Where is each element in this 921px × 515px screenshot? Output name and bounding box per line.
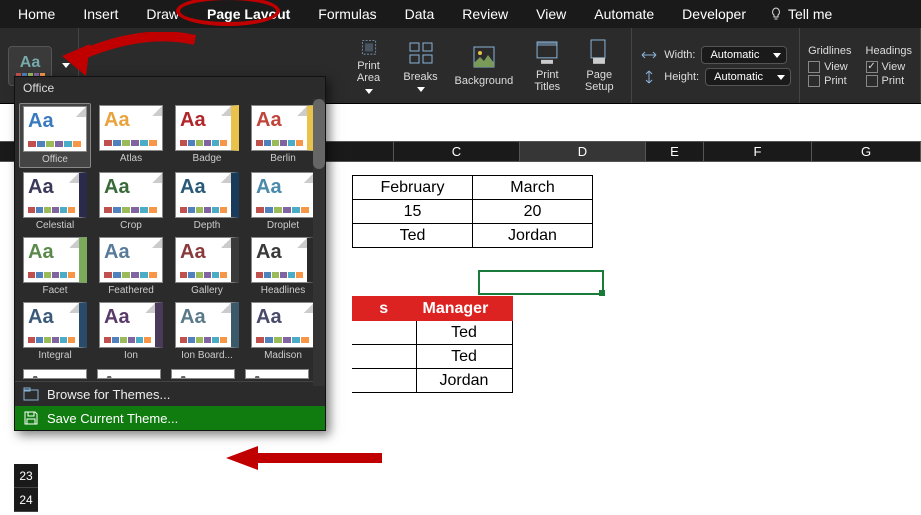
selection-box xyxy=(478,270,604,295)
row-headers: 23 24 xyxy=(14,464,38,512)
theme-name: Gallery xyxy=(191,285,223,296)
tab-data[interactable]: Data xyxy=(391,2,449,26)
gridlines-label: Gridlines xyxy=(808,45,851,57)
chevron-down-icon[interactable] xyxy=(62,63,70,68)
theme-name: Ion Board... xyxy=(181,350,233,361)
tab-draw[interactable]: Draw xyxy=(132,2,193,26)
page-setup-button[interactable]: Page Setup xyxy=(575,34,623,98)
theme-celestial[interactable]: AaCelestial xyxy=(19,170,91,233)
theme-name: Madison xyxy=(264,350,302,361)
data-table-2: sManager Ted Ted Jordan xyxy=(352,296,513,393)
col-c[interactable]: C xyxy=(394,142,520,161)
theme-berlin[interactable]: AaBerlin xyxy=(247,103,319,168)
theme-name: Atlas xyxy=(120,153,142,164)
print-titles-icon xyxy=(533,38,561,66)
gridlines-view-check[interactable]: View xyxy=(808,61,851,73)
background-icon xyxy=(470,43,498,71)
data-table-1: FebruaryMarch 1520 TedJordan xyxy=(352,175,593,248)
chevron-down-icon xyxy=(417,87,425,92)
width-label: Width: xyxy=(664,49,695,61)
tab-automate[interactable]: Automate xyxy=(580,2,668,26)
print-area-button[interactable]: Print Area xyxy=(345,34,393,98)
breaks-button[interactable]: Breaks xyxy=(397,34,445,98)
tab-review[interactable]: Review xyxy=(448,2,522,26)
headings-view-check[interactable]: ✓View xyxy=(866,61,912,73)
page-setup-icon xyxy=(585,38,613,66)
themes-dd-footer: Browse for Themes... Save Current Theme.… xyxy=(15,381,325,430)
col-f[interactable]: F xyxy=(704,142,812,161)
breaks-icon xyxy=(407,39,435,67)
theme-badge[interactable]: AaBadge xyxy=(171,103,243,168)
tab-insert[interactable]: Insert xyxy=(69,2,132,26)
theme-madison[interactable]: AaMadison xyxy=(247,300,319,363)
themes-grid: AaOfficeAaAtlasAaBadgeAaBerlin AaCelestia… xyxy=(15,99,325,367)
headings-print-check[interactable]: Print xyxy=(866,75,912,87)
themes-dropdown: Office AaOfficeAaAtlasAaBadgeAaBerlin AaC… xyxy=(14,76,326,431)
theme-name: Office xyxy=(42,154,68,165)
theme-name: Crop xyxy=(120,220,142,231)
theme-droplet[interactable]: AaDroplet xyxy=(247,170,319,233)
theme-name: Ion xyxy=(124,350,138,361)
tab-page-layout[interactable]: Page Layout xyxy=(193,2,304,26)
chevron-down-icon xyxy=(777,75,785,80)
scrollbar[interactable] xyxy=(313,99,325,386)
ribbon-tabs: Home Insert Draw Page Layout Formulas Da… xyxy=(0,0,921,28)
tell-me[interactable]: Tell me xyxy=(760,2,842,26)
theme-crop[interactable]: AaCrop xyxy=(95,170,167,233)
height-label: Height: xyxy=(664,71,699,83)
themes-dd-title: Office xyxy=(15,77,325,99)
col-e[interactable]: E xyxy=(646,142,704,161)
theme-name: Berlin xyxy=(270,153,296,164)
theme-ion-board-[interactable]: AaIon Board... xyxy=(171,300,243,363)
width-icon xyxy=(640,48,658,62)
theme-feathered[interactable]: AaFeathered xyxy=(95,235,167,298)
background-button[interactable]: Background xyxy=(449,34,520,98)
theme-name: Facet xyxy=(42,285,67,296)
browse-themes[interactable]: Browse for Themes... xyxy=(15,382,325,406)
tab-home[interactable]: Home xyxy=(4,2,69,26)
theme-headlines[interactable]: AaHeadlines xyxy=(247,235,319,298)
bulb-icon xyxy=(770,7,782,21)
theme-gallery[interactable]: AaGallery xyxy=(171,235,243,298)
col-g[interactable]: G xyxy=(812,142,921,161)
theme-atlas[interactable]: AaAtlas xyxy=(95,103,167,168)
theme-name: Integral xyxy=(38,350,71,361)
theme-name: Depth xyxy=(194,220,221,231)
theme-ion[interactable]: AaIon xyxy=(95,300,167,363)
save-icon xyxy=(23,410,39,426)
themes-icon: Aa xyxy=(20,55,40,71)
folder-icon xyxy=(23,386,39,402)
theme-name: Badge xyxy=(193,153,222,164)
tab-developer[interactable]: Developer xyxy=(668,2,760,26)
theme-depth[interactable]: AaDepth xyxy=(171,170,243,233)
tab-formulas[interactable]: Formulas xyxy=(304,2,390,26)
col-d[interactable]: D xyxy=(520,142,646,161)
print-area-icon xyxy=(355,38,383,57)
chevron-down-icon xyxy=(773,53,781,58)
height-icon xyxy=(640,70,658,84)
theme-integral[interactable]: AaIntegral xyxy=(19,300,91,363)
row-24[interactable]: 24 xyxy=(14,488,38,512)
theme-name: Celestial xyxy=(36,220,74,231)
theme-name: Feathered xyxy=(108,285,154,296)
headings-label: Headings xyxy=(866,45,912,57)
row-23[interactable]: 23 xyxy=(14,464,38,488)
chevron-down-icon xyxy=(365,89,373,94)
theme-name: Headlines xyxy=(261,285,305,296)
theme-name: Droplet xyxy=(267,220,299,231)
save-current-theme[interactable]: Save Current Theme... xyxy=(15,406,325,430)
theme-office[interactable]: AaOffice xyxy=(19,103,91,168)
print-titles-button[interactable]: Print Titles xyxy=(523,34,571,98)
gridlines-print-check[interactable]: Print xyxy=(808,75,851,87)
tab-view[interactable]: View xyxy=(522,2,580,26)
tell-me-label: Tell me xyxy=(788,6,832,22)
theme-facet[interactable]: AaFacet xyxy=(19,235,91,298)
